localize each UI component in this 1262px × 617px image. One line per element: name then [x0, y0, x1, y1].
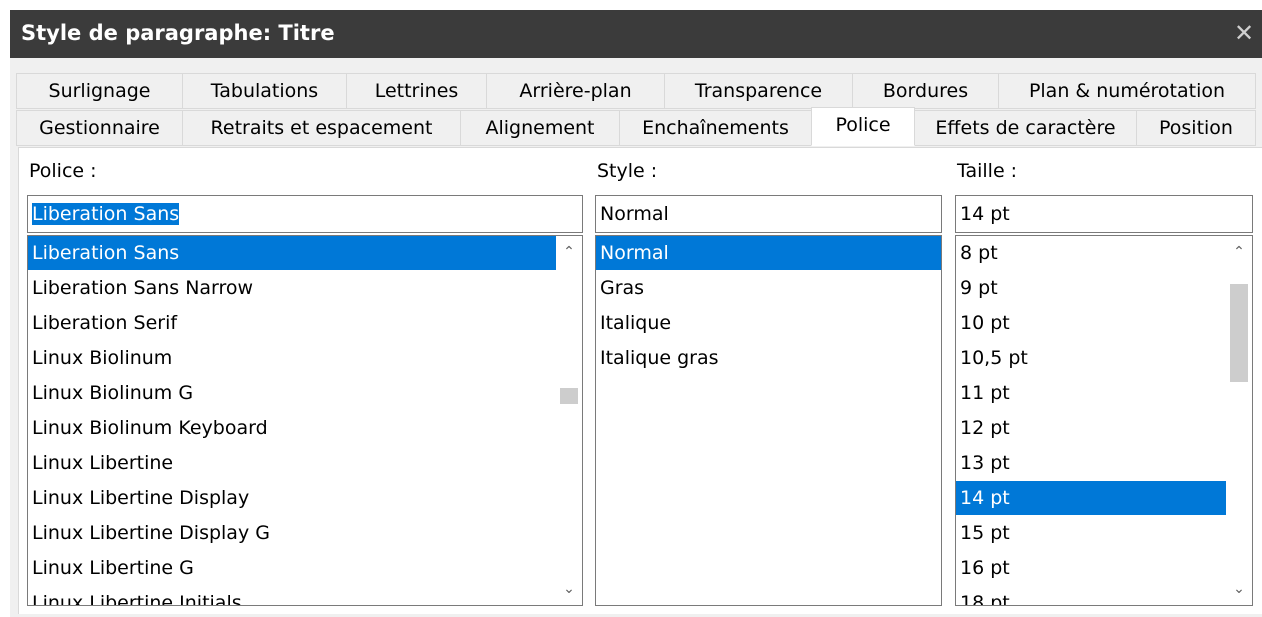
- tab-transparence[interactable]: Transparence: [664, 73, 853, 109]
- list-item[interactable]: 14 pt: [956, 481, 1226, 515]
- list-item[interactable]: Normal: [596, 236, 941, 270]
- tab-tabulations[interactable]: Tabulations: [182, 73, 347, 109]
- scrollbar-thumb[interactable]: [560, 388, 578, 404]
- list-item[interactable]: Linux Biolinum G: [28, 376, 193, 410]
- list-item[interactable]: Linux Libertine G: [28, 551, 194, 585]
- style-listbox[interactable]: Normal Gras Italique Italique gras: [595, 235, 942, 606]
- size-field[interactable]: 14 pt: [955, 195, 1253, 233]
- list-item[interactable]: 13 pt: [956, 446, 1010, 480]
- size-label: Taille :: [957, 160, 1018, 182]
- tab-lettrines[interactable]: Lettrines: [346, 73, 487, 109]
- size-listbox[interactable]: 8 pt 9 pt 10 pt 10,5 pt 11 pt 12 pt 13 p…: [955, 235, 1253, 606]
- tab-effets-caractere[interactable]: Effets de caractère: [914, 110, 1137, 146]
- style-field[interactable]: Normal: [595, 195, 942, 233]
- list-item[interactable]: Liberation Sans Narrow: [28, 271, 253, 305]
- list-item[interactable]: Linux Biolinum Keyboard: [28, 411, 268, 445]
- list-item[interactable]: Liberation Sans: [28, 236, 556, 270]
- list-item[interactable]: 12 pt: [956, 411, 1010, 445]
- tab-enchainements[interactable]: Enchaînements: [619, 110, 812, 146]
- list-item[interactable]: Linux Libertine Initials: [28, 586, 242, 605]
- close-icon[interactable]: ✕: [1226, 10, 1262, 58]
- list-item[interactable]: 10 pt: [956, 306, 1010, 340]
- font-list-scrollbar[interactable]: ⌃ ⌄: [556, 236, 582, 605]
- list-item[interactable]: Linux Libertine: [28, 446, 173, 480]
- font-label: Police :: [29, 160, 97, 182]
- list-item[interactable]: Gras: [596, 271, 644, 305]
- tab-bordures[interactable]: Bordures: [852, 73, 999, 109]
- list-item[interactable]: Italique: [596, 306, 671, 340]
- tab-retraits-espacement[interactable]: Retraits et espacement: [182, 110, 461, 146]
- list-item[interactable]: 15 pt: [956, 516, 1010, 550]
- tab-police[interactable]: Police: [811, 107, 915, 146]
- list-item[interactable]: Linux Libertine Display: [28, 481, 249, 515]
- list-item[interactable]: 10,5 pt: [956, 341, 1028, 375]
- list-item[interactable]: 11 pt: [956, 376, 1010, 410]
- dialog-title: Style de paragraphe: Titre: [21, 21, 335, 45]
- list-item[interactable]: 16 pt: [956, 551, 1010, 585]
- tab-position[interactable]: Position: [1136, 110, 1256, 146]
- size-list-scrollbar[interactable]: ⌃ ⌄: [1226, 236, 1252, 605]
- list-item[interactable]: 18 pt: [956, 586, 1010, 605]
- dialog-titlebar: Style de paragraphe: Titre ✕: [10, 10, 1262, 58]
- list-item[interactable]: Italique gras: [596, 341, 719, 375]
- font-name-value: Liberation Sans: [32, 203, 180, 225]
- chevron-up-icon[interactable]: ⌃: [556, 240, 582, 264]
- list-item[interactable]: Linux Biolinum: [28, 341, 172, 375]
- tab-gestionnaire[interactable]: Gestionnaire: [16, 110, 183, 146]
- tab-surlignage[interactable]: Surlignage: [16, 73, 183, 109]
- tab-plan-numerotation[interactable]: Plan & numérotation: [998, 73, 1256, 109]
- chevron-up-icon[interactable]: ⌃: [1226, 240, 1252, 264]
- list-item[interactable]: Linux Libertine Display G: [28, 516, 270, 550]
- style-label: Style :: [597, 160, 658, 182]
- list-item[interactable]: 8 pt: [956, 236, 998, 270]
- list-item[interactable]: Liberation Serif: [28, 306, 177, 340]
- chevron-down-icon[interactable]: ⌄: [556, 577, 582, 601]
- font-listbox[interactable]: Liberation Sans Liberation Sans Narrow L…: [27, 235, 583, 606]
- chevron-down-icon[interactable]: ⌄: [1226, 577, 1252, 601]
- scrollbar-thumb[interactable]: [1230, 284, 1248, 382]
- font-name-field[interactable]: Liberation Sans: [27, 195, 583, 233]
- police-tab-panel: Police : Liberation Sans Liberation Sans…: [18, 147, 1262, 614]
- tab-alignement[interactable]: Alignement: [460, 110, 620, 146]
- list-item[interactable]: 9 pt: [956, 271, 998, 305]
- tab-arriere-plan[interactable]: Arrière-plan: [486, 73, 665, 109]
